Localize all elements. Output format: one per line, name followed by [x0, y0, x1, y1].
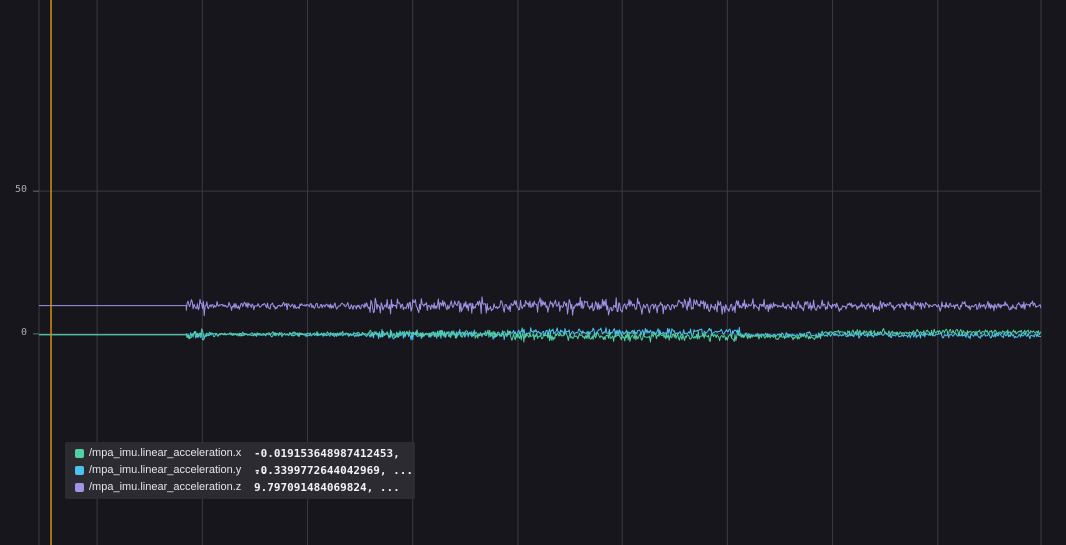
series-line-z — [39, 296, 1042, 317]
legend-item-x: /mpa_imu.linear_acceleration.x -0.019153… — [65, 445, 415, 477]
legend-item-y: /mpa_imu.linear_acceleration.y -0.339977… — [65, 462, 415, 479]
legend-value: -0.3399772644042969, ... — [254, 464, 413, 477]
legend-item-z: /mpa_imu.linear_acceleration.z 9.7970914… — [65, 479, 415, 496]
legend-label: /mpa_imu.linear_acceleration.x — [89, 447, 242, 459]
legend-swatch-x — [75, 449, 84, 458]
y-tick-label: 50 — [14, 184, 27, 196]
legend-swatch-y — [75, 466, 84, 475]
legend-value: 9.797091484069824, ... — [254, 481, 400, 494]
legend: /mpa_imu.linear_acceleration.x -0.019153… — [65, 442, 415, 499]
legend-label: /mpa_imu.linear_acceleration.z — [89, 481, 242, 493]
legend-label: /mpa_imu.linear_acceleration.y — [89, 464, 242, 476]
legend-swatch-z — [75, 483, 84, 492]
y-tick-label: 0 — [20, 326, 27, 338]
